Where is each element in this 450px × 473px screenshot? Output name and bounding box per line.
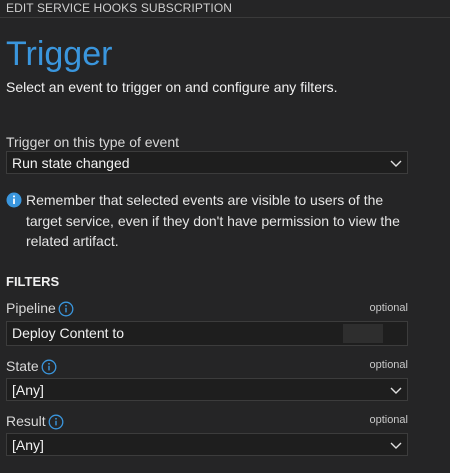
info-message: Remember that selected events are visibl…	[26, 192, 400, 249]
result-label-row: Result	[6, 413, 64, 430]
redacted-region	[343, 324, 383, 343]
event-type-label: Trigger on this type of event	[6, 134, 180, 150]
result-select[interactable]: [Any]	[6, 433, 408, 456]
event-type-select[interactable]: Run state changed	[6, 151, 408, 174]
pipeline-value: Deploy Content to	[12, 325, 125, 341]
state-label-row: State	[6, 358, 57, 375]
pipeline-label: Pipeline	[6, 300, 56, 316]
state-label: State	[6, 358, 39, 374]
pipeline-input[interactable]: Deploy Content to	[6, 321, 408, 346]
dialog-title: EDIT SERVICE HOOKS SUBSCRIPTION	[6, 1, 233, 15]
info-icon[interactable]	[58, 301, 74, 317]
state-select[interactable]: [Any]	[6, 378, 408, 401]
pipeline-label-row: Pipeline	[6, 300, 74, 317]
result-value: [Any]	[12, 437, 44, 453]
dialog-titlebar: EDIT SERVICE HOOKS SUBSCRIPTION	[0, 0, 450, 18]
info-icon[interactable]	[41, 359, 57, 375]
state-optional: optional	[369, 359, 408, 371]
filters-heading: FILTERS	[6, 274, 60, 289]
info-icon[interactable]	[48, 414, 64, 430]
pipeline-optional: optional	[369, 302, 408, 314]
result-optional: optional	[369, 414, 408, 426]
chevron-down-icon	[390, 442, 402, 449]
result-label: Result	[6, 413, 46, 429]
info-icon	[6, 192, 22, 208]
state-value: [Any]	[12, 382, 44, 398]
event-type-value: Run state changed	[12, 155, 130, 171]
page-subtitle: Select an event to trigger on and config…	[6, 79, 338, 95]
page-title: Trigger	[6, 35, 113, 73]
chevron-down-icon	[390, 387, 402, 394]
chevron-down-icon	[390, 160, 402, 167]
